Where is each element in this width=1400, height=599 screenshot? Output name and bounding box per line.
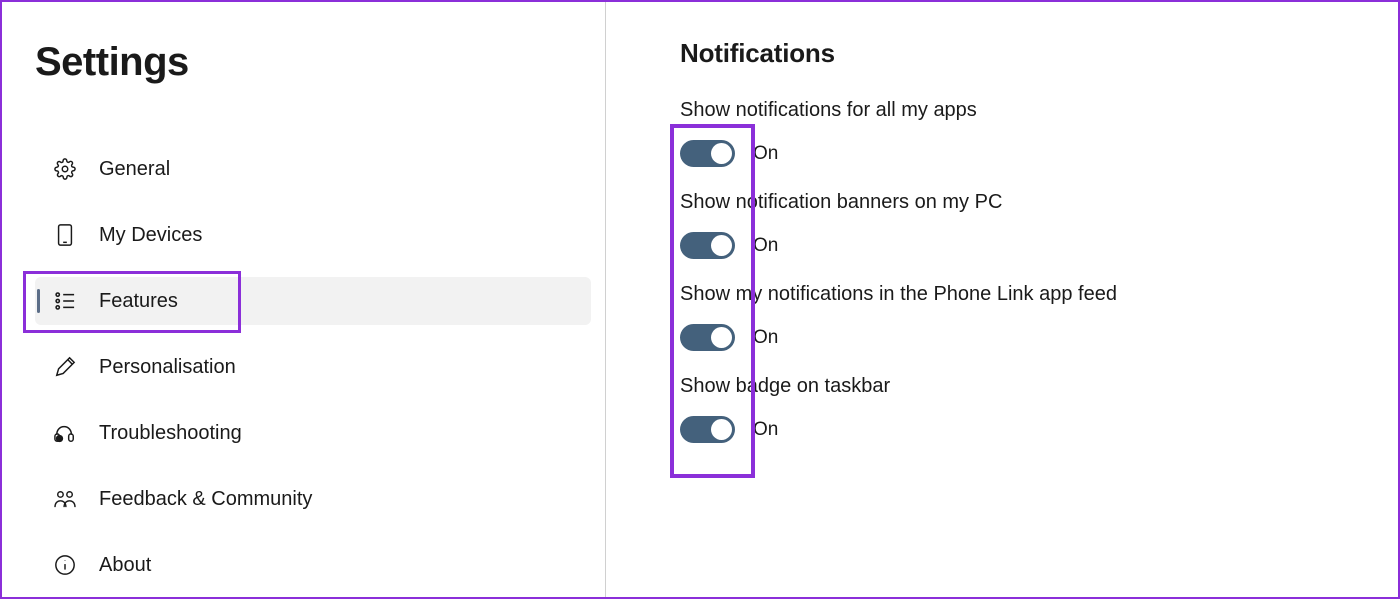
setting-show-badge-taskbar: Show badge on taskbar On [680, 375, 1358, 443]
sidebar-item-general[interactable]: General [35, 145, 591, 193]
features-icon [53, 289, 77, 313]
sidebar-item-troubleshooting[interactable]: ? Troubleshooting [35, 409, 591, 457]
troubleshoot-icon: ? [53, 421, 77, 445]
setting-label: Show badge on taskbar [680, 375, 1358, 398]
setting-label: Show notification banners on my PC [680, 191, 1358, 214]
nav-list: General My Devices [35, 145, 591, 589]
community-icon [53, 487, 77, 511]
sidebar-item-label: My Devices [99, 224, 202, 247]
setting-label: Show notifications for all my apps [680, 99, 1358, 122]
toggle-switch[interactable] [680, 232, 735, 259]
sidebar-item-my-devices[interactable]: My Devices [35, 211, 591, 259]
toggle-switch[interactable] [680, 140, 735, 167]
toggle-status: On [753, 419, 778, 441]
toggle-row: On [680, 232, 1358, 259]
sidebar-item-label: Troubleshooting [99, 422, 242, 445]
toggle-status: On [753, 235, 778, 257]
sidebar-item-label: General [99, 158, 170, 181]
toggle-switch[interactable] [680, 324, 735, 351]
setting-show-phone-link-feed: Show my notifications in the Phone Link … [680, 283, 1358, 351]
toggle-row: On [680, 140, 1358, 167]
sidebar-item-features[interactable]: Features [35, 277, 591, 325]
content-panel: Notifications Show notifications for all… [606, 2, 1398, 597]
sidebar-item-personalisation[interactable]: Personalisation [35, 343, 591, 391]
sidebar-item-label: About [99, 554, 151, 577]
sidebar-item-about[interactable]: About [35, 541, 591, 589]
device-icon [53, 223, 77, 247]
sidebar-item-feedback-community[interactable]: Feedback & Community [35, 475, 591, 523]
page-title: Settings [35, 40, 591, 85]
sidebar-panel: Settings General My Devices [2, 2, 606, 597]
setting-show-notifications-all-apps: Show notifications for all my apps On [680, 99, 1358, 167]
toggle-row: On [680, 416, 1358, 443]
sidebar-item-label: Feedback & Community [99, 488, 312, 511]
sidebar-item-label: Features [99, 290, 178, 313]
info-icon [53, 553, 77, 577]
toggle-status: On [753, 143, 778, 165]
toggle-switch[interactable] [680, 416, 735, 443]
gear-icon [53, 157, 77, 181]
toggle-row: On [680, 324, 1358, 351]
pen-icon [53, 355, 77, 379]
setting-show-banners-pc: Show notification banners on my PC On [680, 191, 1358, 259]
setting-label: Show my notifications in the Phone Link … [680, 283, 1358, 306]
toggle-status: On [753, 327, 778, 349]
sidebar-item-label: Personalisation [99, 356, 236, 379]
section-heading: Notifications [680, 38, 1358, 69]
